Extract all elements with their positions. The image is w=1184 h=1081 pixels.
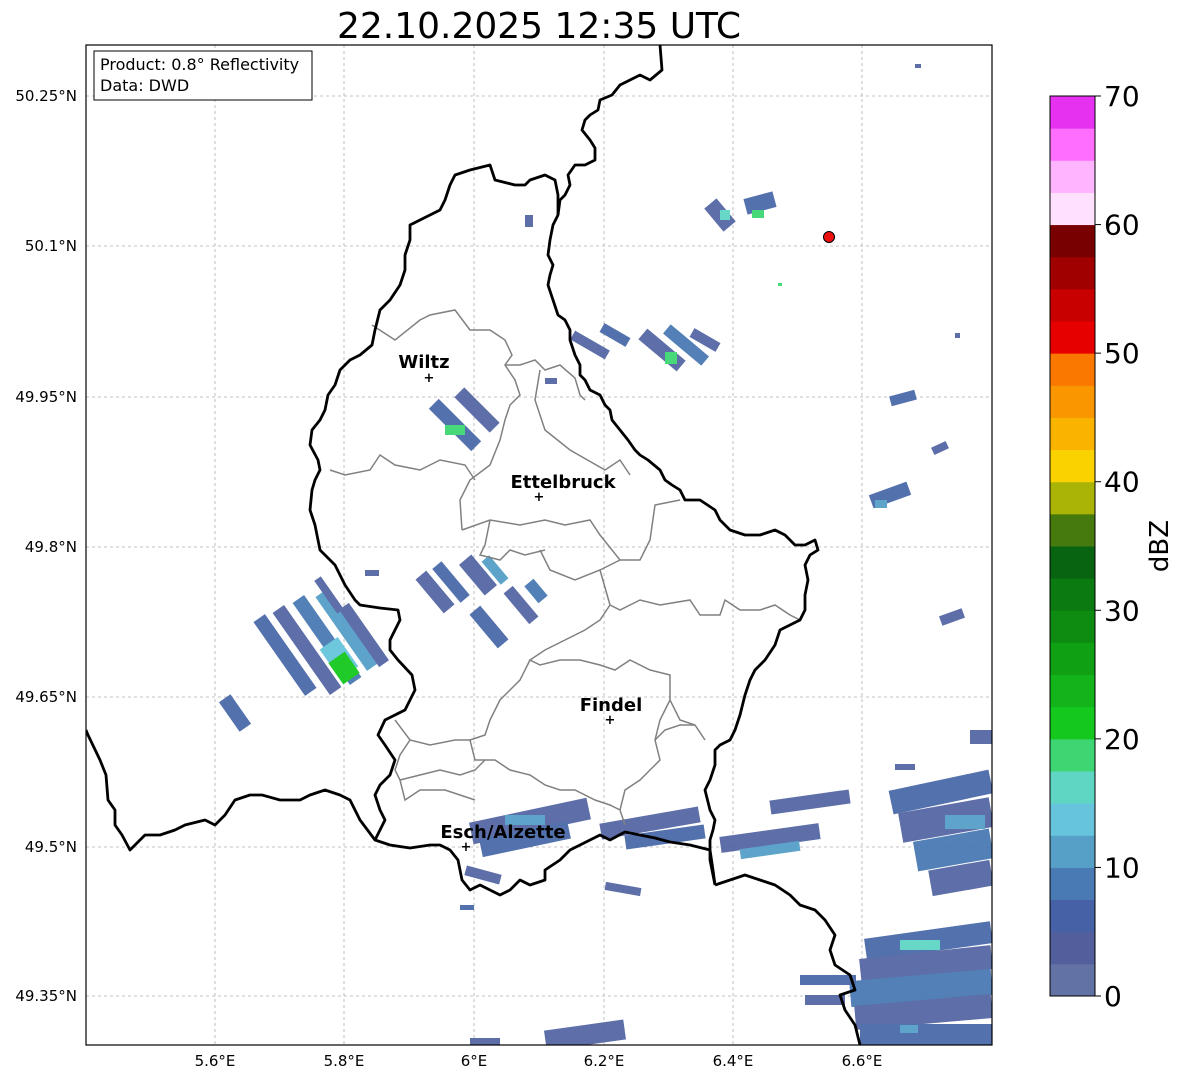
colorbar-swatch: [1050, 931, 1095, 965]
colorbar-swatch: [1050, 899, 1095, 933]
colorbar-swatch: [1050, 192, 1095, 226]
lon-label: 6°E: [461, 1052, 488, 1070]
colorbar-swatch: [1050, 642, 1095, 676]
map-panel: + Wiltz + Ettelbruck + Findel + Esch/Alz…: [85, 44, 993, 1046]
colorbar-tick-label: 60: [1104, 209, 1140, 242]
colorbar-tick-label: 40: [1104, 466, 1140, 499]
lat-label: 49.8°N: [25, 538, 77, 556]
colorbar-swatch: [1050, 706, 1095, 740]
colorbar-swatch: [1050, 417, 1095, 451]
colorbar-swatches: [1050, 96, 1095, 997]
radar-map-figure: 22.10.2025 12:35 UTC + Wiltz + Ettelbruc…: [15, 6, 1175, 1070]
colorbar-swatch: [1050, 256, 1095, 290]
lat-label: 49.65°N: [15, 688, 77, 706]
map-background: [86, 45, 992, 1045]
radar-site-marker: [823, 231, 835, 243]
colorbar-swatch: [1050, 128, 1095, 161]
colorbar-swatch: [1050, 771, 1095, 804]
colorbar-swatch: [1050, 481, 1095, 515]
colorbar-tick-label: 70: [1104, 80, 1140, 113]
lon-label: 6.6°E: [842, 1052, 883, 1070]
lat-label: 50.1°N: [25, 237, 77, 255]
colorbar-swatch: [1050, 803, 1095, 836]
latitude-axis: 50.25°N 50.1°N 49.95°N 49.8°N 49.65°N 49…: [15, 87, 77, 1005]
lat-label: 50.25°N: [15, 87, 77, 105]
colorbar-tick-label: 30: [1104, 594, 1140, 627]
lat-label: 49.95°N: [15, 388, 77, 406]
colorbar-swatch: [1050, 385, 1095, 418]
city-label: Ettelbruck: [510, 472, 616, 493]
colorbar-swatch: [1050, 867, 1095, 901]
lon-label: 5.8°E: [324, 1052, 365, 1070]
colorbar-swatch: [1050, 160, 1095, 193]
colorbar-swatch: [1050, 321, 1095, 354]
svg-text:+: +: [424, 371, 435, 386]
colorbar-tick-label: 10: [1104, 851, 1140, 884]
city-label: Wiltz: [398, 352, 449, 373]
colorbar-swatch: [1050, 578, 1095, 611]
colorbar-swatch: [1050, 835, 1095, 868]
colorbar-swatch: [1050, 353, 1095, 386]
colorbar-swatch: [1050, 546, 1095, 579]
colorbar-swatch: [1050, 288, 1095, 322]
colorbar-tick-label: 20: [1104, 723, 1140, 756]
lon-label: 6.2°E: [584, 1052, 625, 1070]
info-product: Product: 0.8° Reflectivity: [100, 55, 299, 74]
lat-label: 49.35°N: [15, 987, 77, 1005]
colorbar-tick-label: 50: [1104, 337, 1140, 370]
info-data-source: Data: DWD: [100, 76, 189, 95]
colorbar-swatch: [1050, 738, 1095, 772]
lat-label: 49.5°N: [25, 838, 77, 856]
lon-label: 5.6°E: [195, 1052, 236, 1070]
city-label: Esch/Alzette: [440, 822, 565, 843]
colorbar-tick-label: 0: [1104, 980, 1122, 1013]
map-title: 22.10.2025 12:35 UTC: [337, 6, 741, 47]
lon-label: 6.4°E: [713, 1052, 754, 1070]
colorbar-swatch: [1050, 96, 1095, 129]
info-box: Product: 0.8° Reflectivity Data: DWD: [93, 50, 313, 101]
colorbar-swatch: [1050, 674, 1095, 708]
colorbar-swatch: [1050, 610, 1095, 643]
colorbar-ticks: 0 10 20 30 40 50 60 70: [1095, 80, 1140, 1013]
colorbar-swatch: [1050, 963, 1095, 997]
colorbar-swatch: [1050, 224, 1095, 258]
city-label: Findel: [580, 695, 643, 716]
colorbar: 0 10 20 30 40 50 60 70 dBZ: [1049, 80, 1175, 1013]
colorbar-swatch: [1050, 449, 1095, 483]
longitude-axis: 5.6°E 5.8°E 6°E 6.2°E 6.4°E 6.6°E: [195, 1052, 883, 1070]
colorbar-label: dBZ: [1145, 520, 1175, 572]
colorbar-swatch: [1050, 513, 1095, 547]
